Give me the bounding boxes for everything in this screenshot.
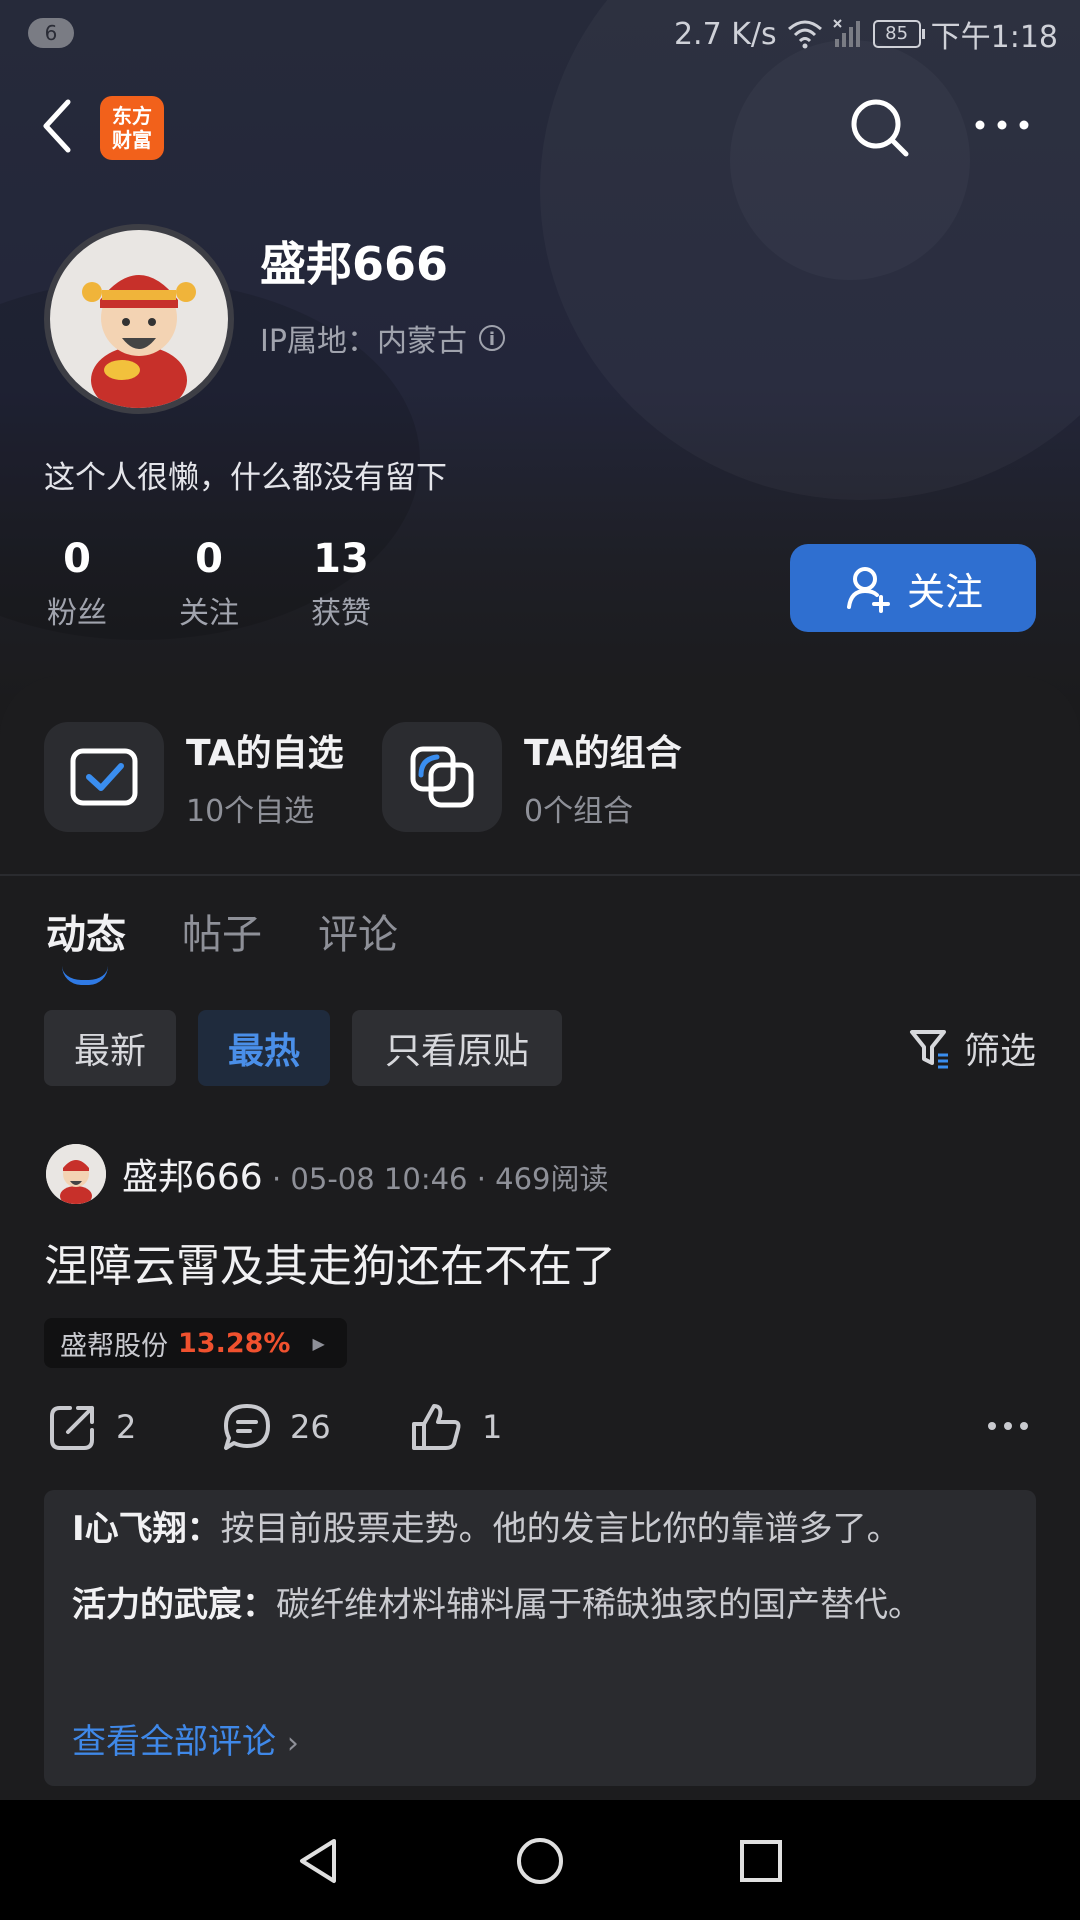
stat-following[interactable]: 0 关注 [154, 536, 264, 632]
stat-value: 0 [195, 536, 223, 582]
comment-action[interactable]: 26 [222, 1402, 331, 1452]
watchlist-subtitle: 10个自选 [186, 794, 315, 829]
portfolio-icon-box [382, 722, 502, 832]
tab-bar: 动态 帖子 评论 [46, 902, 398, 985]
like-count: 1 [482, 1408, 503, 1446]
tab-posts[interactable]: 帖子 [182, 902, 262, 960]
share-action[interactable]: 2 [48, 1402, 136, 1452]
network-speed: 2.7 K/s [673, 16, 777, 52]
ip-location-label: IP属地：内蒙古 [260, 324, 467, 359]
commenter-name: I心飞翔： [72, 1509, 221, 1549]
watchlist-link[interactable]: TA的自选 10个自选 [44, 722, 344, 832]
battery-indicator: 85 [872, 20, 925, 48]
like-action[interactable]: 1 [410, 1402, 502, 1452]
tab-label: 动态 [46, 912, 126, 958]
view-all-label: 查看全部评论 [72, 1722, 276, 1762]
share-count: 2 [116, 1408, 137, 1446]
comment-text: 按目前股票走势。他的发言比你的靠谱多了。 [220, 1509, 901, 1549]
clock: 下午1:18 [930, 20, 1058, 55]
checkbox-icon [70, 748, 138, 806]
stat-label: 粉丝 [47, 596, 107, 631]
comment-count: 26 [290, 1408, 331, 1446]
notification-count: 6 [28, 18, 74, 48]
filter-label: 筛选 [963, 1031, 1036, 1072]
home-circle-icon[interactable] [515, 1836, 565, 1886]
stat-value: 13 [313, 536, 369, 582]
thumbs-up-icon [412, 1404, 461, 1450]
chevron-right-icon: › [286, 1726, 299, 1761]
view-all-comments-link[interactable]: 查看全部评论 › [72, 1714, 299, 1763]
back-triangle-icon[interactable] [294, 1836, 344, 1886]
back-arrow-icon[interactable] [38, 96, 78, 156]
post-author-avatar[interactable] [46, 1144, 106, 1204]
stat-likes[interactable]: 13 获赞 [286, 536, 396, 632]
recents-square-icon[interactable] [736, 1836, 786, 1886]
watchlist-icon-box [44, 722, 164, 832]
portfolio-title: TA的组合 [524, 733, 682, 774]
comment-icon [224, 1404, 270, 1450]
comment-preview-item: I心飞翔：按目前股票走势。他的发言比你的靠谱多了。 [72, 1504, 1012, 1554]
portfolio-link[interactable]: TA的组合 0个组合 [382, 722, 682, 832]
post-more-icon[interactable] [986, 1418, 1030, 1434]
filter-icon [909, 1030, 948, 1069]
tab-label: 评论 [318, 912, 398, 958]
ip-location: IP属地：内蒙古 i [260, 316, 505, 360]
stock-name: 盛帮股份 [60, 1330, 168, 1362]
more-options-icon[interactable] [972, 110, 1036, 140]
overlap-squares-icon [410, 746, 474, 808]
stat-followers[interactable]: 0 粉丝 [22, 536, 132, 632]
profile-bio: 这个人很懒，什么都没有留下 [44, 460, 447, 496]
follow-button[interactable]: 关注 [790, 544, 1036, 632]
comment-preview-item: 活力的武宸：碳纤维材料辅料属于稀缺独家的国产替代。 [72, 1580, 1012, 1630]
avatar[interactable] [44, 224, 234, 414]
portfolio-subtitle: 0个组合 [524, 794, 634, 829]
stock-change: 13.28% [178, 1327, 291, 1359]
comment-text: 碳纤维材料辅料属于稀缺独家的国产替代。 [276, 1585, 922, 1625]
filter-button[interactable]: 筛选 [908, 1022, 1036, 1074]
stock-tag[interactable]: 盛帮股份 13.28% ▶ [44, 1318, 347, 1368]
tab-comments[interactable]: 评论 [318, 902, 398, 960]
status-bar: 6 2.7 K/s 85 下午1:18 [0, 0, 1080, 66]
search-icon[interactable] [848, 96, 912, 160]
tab-activity[interactable]: 动态 [46, 902, 126, 985]
add-user-icon [846, 567, 890, 613]
post-title[interactable]: 涅障云霄及其走狗还在不在了 [44, 1230, 616, 1294]
stat-label: 关注 [179, 596, 239, 631]
profile-username: 盛邦666 [260, 237, 449, 291]
tab-label: 帖子 [182, 912, 262, 958]
commenter-name: 活力的武宸： [72, 1585, 276, 1625]
watchlist-title: TA的自选 [186, 733, 344, 774]
signal-icon [832, 19, 860, 47]
wifi-icon [787, 20, 822, 49]
stat-label: 获赞 [311, 596, 371, 631]
fortune-god-avatar-icon [50, 230, 228, 408]
system-navigation-bar [0, 1800, 1080, 1920]
fortune-god-avatar-icon [46, 1144, 106, 1204]
stat-value: 0 [63, 536, 91, 582]
original-only-chip[interactable]: 只看原贴 [352, 1010, 562, 1086]
logo-text-line2: 财富 [112, 128, 152, 152]
sort-hot-chip[interactable]: 最热 [198, 1010, 330, 1086]
status-indicators: 2.7 K/s 85 下午1:18 [673, 14, 1058, 56]
follow-button-label: 关注 [906, 569, 983, 614]
app-logo[interactable]: 东方 财富 [100, 96, 164, 160]
post-author-name[interactable]: 盛邦666 [122, 1148, 263, 1200]
sort-latest-chip[interactable]: 最新 [44, 1010, 176, 1086]
share-icon [50, 1406, 94, 1450]
post-meta: · 05-08 10:46 · 469阅读 [272, 1162, 609, 1196]
info-icon[interactable]: i [478, 325, 505, 351]
divider [0, 874, 1080, 876]
logo-text-line1: 东方 [112, 104, 152, 128]
play-arrow-icon: ▶ [312, 1333, 325, 1353]
decorative-circle [730, 40, 970, 280]
comment-preview-box[interactable]: I心飞翔：按目前股票走势。他的发言比你的靠谱多了。 活力的武宸：碳纤维材料辅料属… [44, 1490, 1036, 1786]
